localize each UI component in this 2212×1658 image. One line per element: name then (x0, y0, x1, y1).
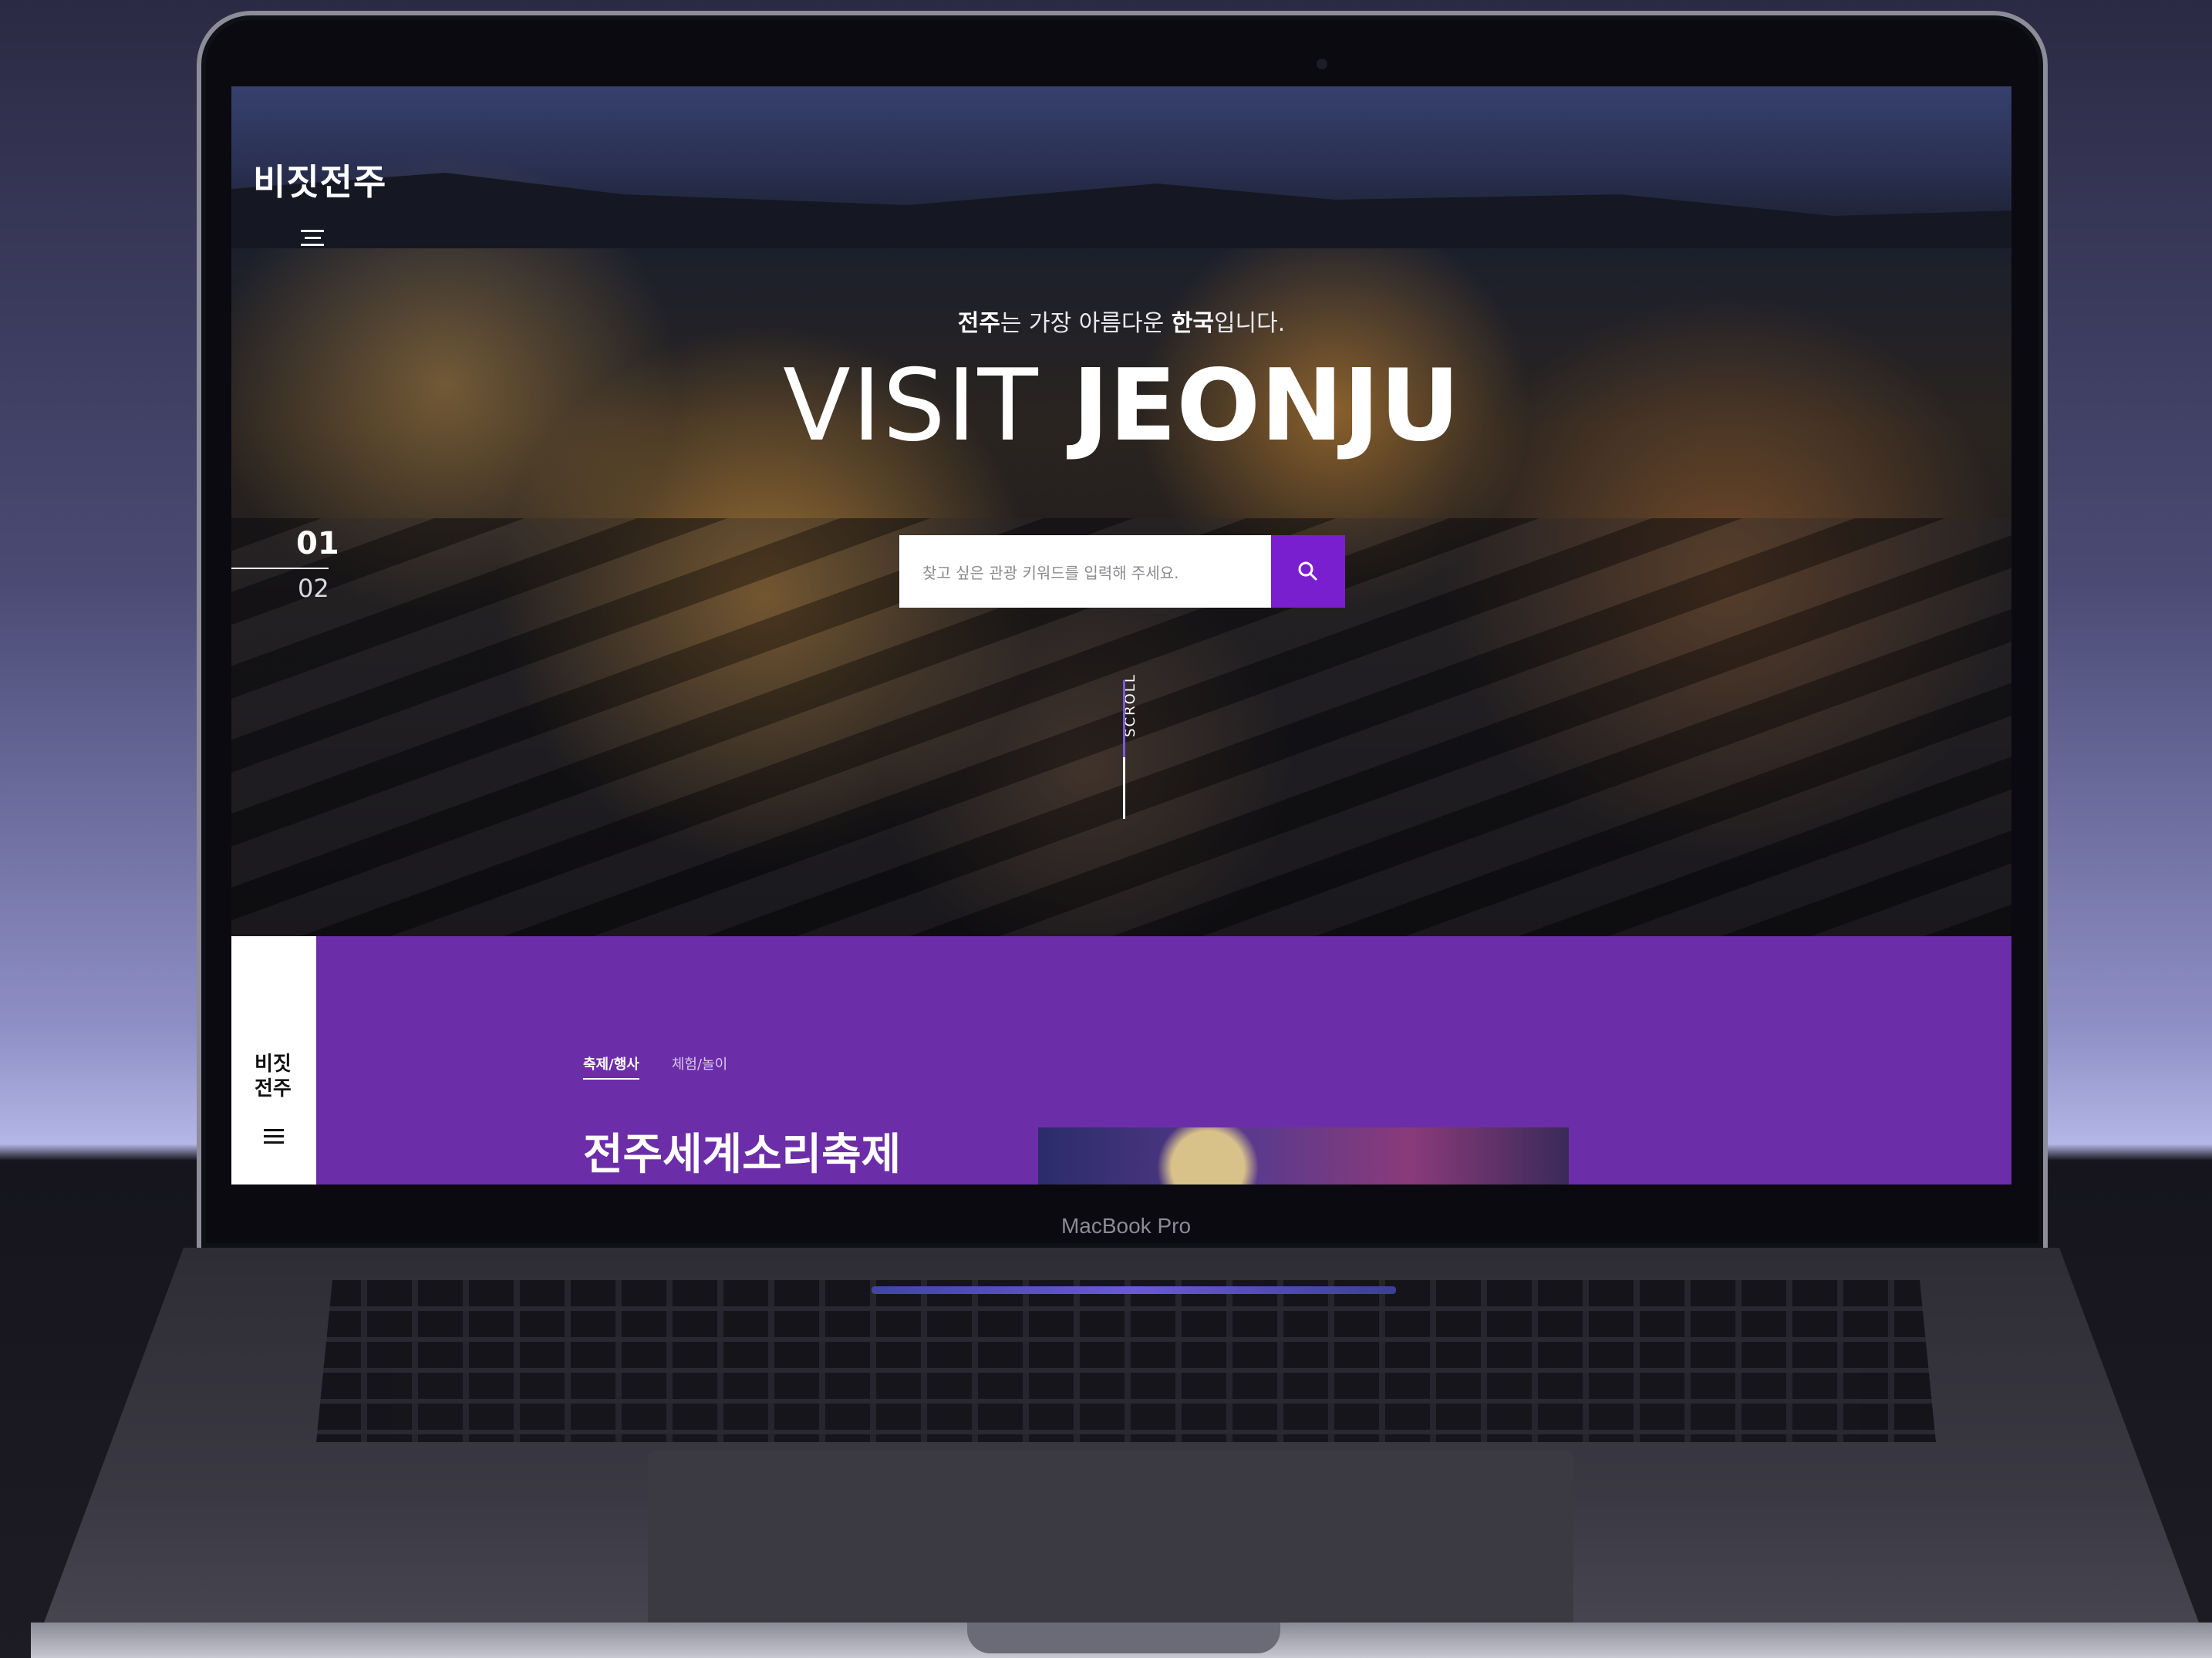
hero-headline: VISIT JEONJU (231, 349, 2011, 463)
tab-festival[interactable]: 축제/행사 (583, 1053, 639, 1080)
hero-banner: 비짓전주 전주는 가장 아름다운 한국입니다. VISIT JEONJU 01 … (231, 86, 2011, 936)
search-button[interactable] (1271, 535, 1345, 608)
laptop-notch (967, 1623, 1280, 1653)
device-label: MacBook Pro (1060, 1214, 1192, 1238)
side-logo[interactable]: 비짓 전주 (255, 1052, 301, 1101)
tagline-text: 는 가장 아름다운 (1000, 310, 1172, 337)
search-icon (1298, 561, 1317, 581)
hero-mountains (231, 173, 2011, 248)
hamburger-icon[interactable] (301, 230, 324, 247)
tagline-strong-jeonju: 전주 (957, 310, 1000, 337)
side-hamburger-icon[interactable] (264, 1129, 284, 1147)
tagline-end: 입니다. (1213, 310, 1286, 337)
hero-tagline: 전주는 가장 아름다운 한국입니다. (231, 304, 2011, 338)
headline-jeonju: JEONJU (1072, 349, 1460, 463)
tagline-strong-korea: 한국 (1171, 310, 1214, 337)
hero-search: 찾고 싶은 관광 키워드를 입력해 주세요. (899, 535, 1345, 608)
side-logo-line2: 전주 (255, 1077, 292, 1100)
scroll-line (1123, 680, 1125, 819)
keyboard (316, 1280, 1936, 1442)
festival-image[interactable] (1038, 1127, 1569, 1185)
trackpad (648, 1450, 1573, 1627)
touch-bar (872, 1286, 1396, 1294)
side-nav: 비짓 전주 (231, 936, 316, 1185)
search-input[interactable]: 찾고 싶은 관광 키워드를 입력해 주세요. (899, 535, 1271, 608)
side-logo-line1: 비짓 (255, 1053, 292, 1076)
laptop-screen: 비짓전주 전주는 가장 아름다운 한국입니다. VISIT JEONJU 01 … (231, 86, 2011, 1185)
scroll-indicator[interactable]: SCROLL (1111, 673, 1141, 834)
site-logo[interactable]: 비짓전주 (253, 154, 386, 205)
slide-divider (231, 568, 329, 569)
festival-title[interactable]: 전주세계소리축제 (583, 1120, 901, 1182)
slide-current[interactable]: 01 (296, 526, 339, 561)
headline-visit: VISIT (783, 349, 1073, 463)
slide-next[interactable]: 02 (298, 574, 329, 603)
festival-tabs: 축제/행사 체험/놀이 (583, 1053, 727, 1080)
camera (1317, 59, 1327, 69)
tab-experience[interactable]: 체험/놀이 (672, 1053, 727, 1080)
